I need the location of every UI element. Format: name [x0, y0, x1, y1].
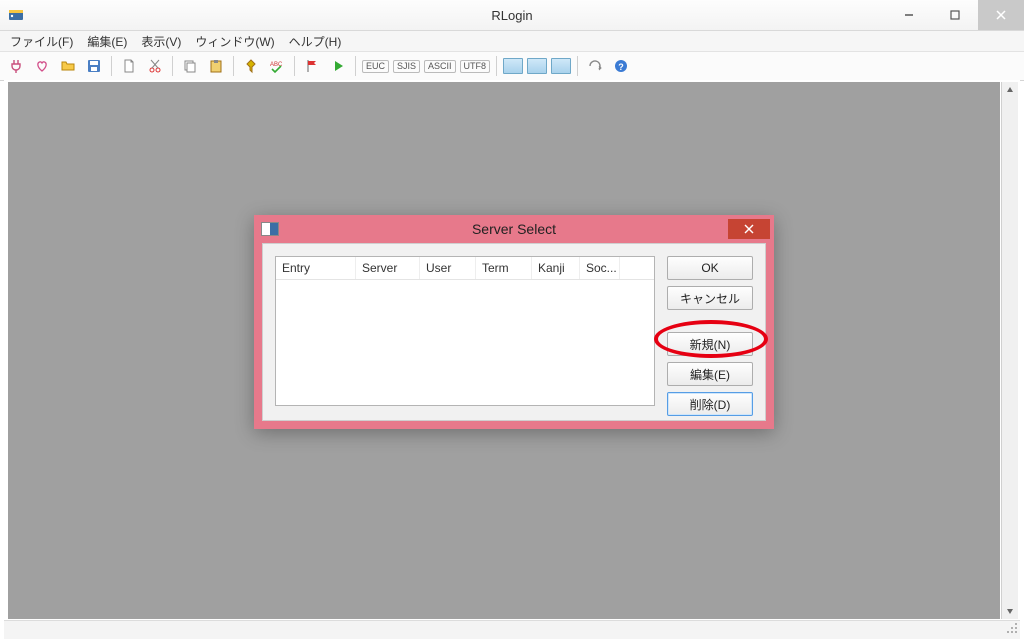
- server-listview[interactable]: Entry Server User Term Kanji Soc...: [275, 256, 655, 406]
- scroll-up-arrow[interactable]: [1002, 82, 1018, 98]
- close-button[interactable]: [978, 0, 1024, 30]
- toolbar-separator: [355, 56, 356, 76]
- toolbar-separator: [172, 56, 173, 76]
- column-user[interactable]: User: [420, 257, 476, 279]
- dialog-titlebar[interactable]: Server Select: [254, 215, 774, 243]
- toolbar-separator: [294, 56, 295, 76]
- ok-button[interactable]: OK: [667, 256, 753, 280]
- server-select-dialog: Server Select Entry Server User Term Kan…: [254, 215, 774, 429]
- delete-button[interactable]: 削除(D): [667, 392, 753, 416]
- refresh-icon[interactable]: [583, 54, 607, 78]
- copy-icon[interactable]: [178, 54, 202, 78]
- svg-text:ABC: ABC: [270, 62, 283, 68]
- column-term[interactable]: Term: [476, 257, 532, 279]
- abc-check-icon[interactable]: ABC: [265, 54, 289, 78]
- encoding-ascii[interactable]: ASCII: [424, 60, 456, 73]
- cancel-button[interactable]: キャンセル: [667, 286, 753, 310]
- dialog-body: Entry Server User Term Kanji Soc... OK キ…: [262, 243, 766, 421]
- encoding-sjis[interactable]: SJIS: [393, 60, 420, 73]
- dialog-title: Server Select: [254, 221, 774, 237]
- split-window-3-icon[interactable]: [551, 58, 571, 74]
- column-entry[interactable]: Entry: [276, 257, 356, 279]
- toolbar: ABC EUC SJIS ASCII UTF8 ?: [0, 52, 1024, 81]
- window-title: RLogin: [0, 8, 1024, 23]
- maximize-button[interactable]: [932, 0, 978, 30]
- split-window-1-icon[interactable]: [503, 58, 523, 74]
- flag-icon[interactable]: [300, 54, 324, 78]
- vertical-scrollbar[interactable]: [1001, 82, 1018, 619]
- toolbar-separator: [233, 56, 234, 76]
- menu-view[interactable]: 表示(V): [135, 31, 187, 52]
- menu-edit[interactable]: 編集(E): [81, 31, 133, 52]
- pin-icon[interactable]: [239, 54, 263, 78]
- folder-open-icon[interactable]: [56, 54, 80, 78]
- resize-grip-icon[interactable]: [1006, 622, 1018, 637]
- dialog-close-button[interactable]: [728, 219, 770, 239]
- encoding-utf8[interactable]: UTF8: [460, 60, 491, 73]
- menu-file[interactable]: ファイル(F): [4, 31, 79, 52]
- toolbar-separator: [111, 56, 112, 76]
- column-server[interactable]: Server: [356, 257, 420, 279]
- encoding-euc[interactable]: EUC: [362, 60, 389, 73]
- column-spacer: [620, 257, 654, 279]
- new-doc-icon[interactable]: [117, 54, 141, 78]
- scroll-down-arrow[interactable]: [1002, 603, 1018, 619]
- scroll-track[interactable]: [1002, 98, 1018, 603]
- toolbar-separator: [496, 56, 497, 76]
- heart-icon[interactable]: [30, 54, 54, 78]
- cut-icon[interactable]: [143, 54, 167, 78]
- listview-header: Entry Server User Term Kanji Soc...: [276, 257, 654, 280]
- dialog-icon: [262, 223, 278, 235]
- status-bar: [4, 620, 1020, 639]
- help-icon[interactable]: ?: [609, 54, 633, 78]
- app-icon: [8, 7, 24, 23]
- column-socket[interactable]: Soc...: [580, 257, 620, 279]
- window-titlebar: RLogin: [0, 0, 1024, 31]
- dialog-button-column: OK キャンセル 新規(N) 編集(E) 削除(D): [667, 256, 753, 416]
- split-window-2-icon[interactable]: [527, 58, 547, 74]
- save-icon[interactable]: [82, 54, 106, 78]
- menubar: ファイル(F) 編集(E) 表示(V) ウィンドウ(W) ヘルプ(H): [0, 31, 1024, 52]
- new-button[interactable]: 新規(N): [667, 332, 753, 356]
- menu-window[interactable]: ウィンドウ(W): [189, 31, 280, 52]
- minimize-button[interactable]: [886, 0, 932, 30]
- paste-icon[interactable]: [204, 54, 228, 78]
- svg-text:?: ?: [618, 62, 624, 72]
- play-icon[interactable]: [326, 54, 350, 78]
- column-kanji[interactable]: Kanji: [532, 257, 580, 279]
- menu-help[interactable]: ヘルプ(H): [283, 31, 348, 52]
- edit-button[interactable]: 編集(E): [667, 362, 753, 386]
- toolbar-separator: [577, 56, 578, 76]
- plug-icon[interactable]: [4, 54, 28, 78]
